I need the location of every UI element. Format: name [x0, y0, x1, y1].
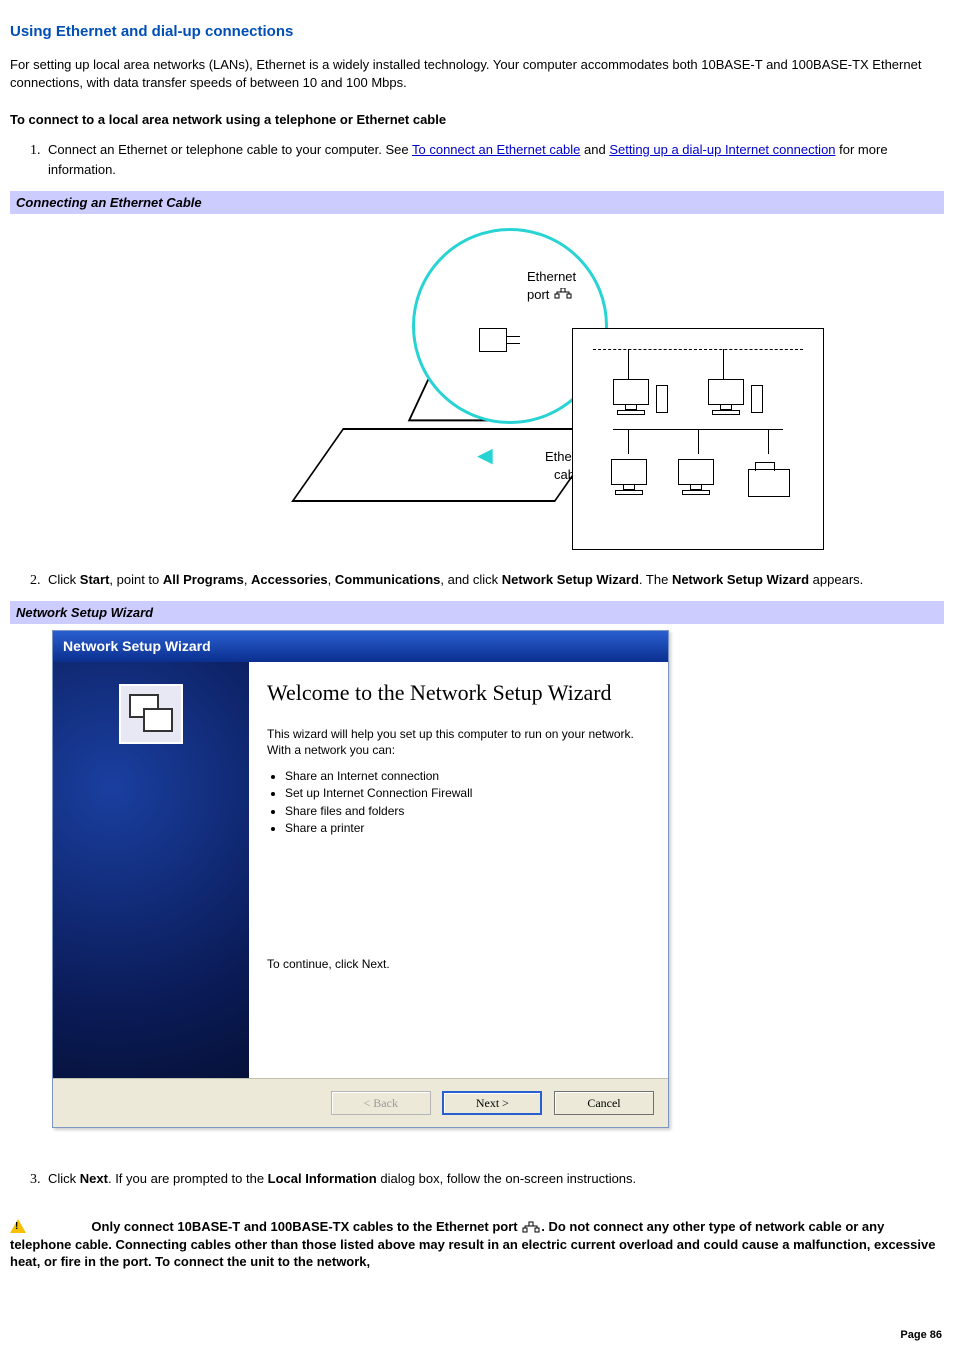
insert-arrow-icon: ◄: [472, 438, 498, 473]
wizard-bullet: Share a printer: [285, 820, 650, 836]
wizard-heading: Welcome to the Network Setup Wizard: [267, 678, 650, 708]
subheading: To connect to a local area network using…: [10, 111, 944, 129]
wizard-bullet: Share files and folders: [285, 803, 650, 819]
next-button[interactable]: Next >: [442, 1091, 542, 1115]
wizard-button-row: < Back Next > Cancel: [53, 1078, 668, 1127]
wizard-continue-text: To continue, click Next.: [267, 956, 650, 972]
pc-icon: [603, 379, 658, 419]
pc-icon: [601, 459, 656, 499]
figure-caption-ethernet: Connecting an Ethernet Cable: [10, 191, 944, 215]
figure-caption-wizard: Network Setup Wizard: [10, 601, 944, 625]
link-dialup-setup[interactable]: Setting up a dial-up Internet connection: [609, 142, 835, 157]
back-button: < Back: [331, 1091, 431, 1115]
warning-icon: [10, 1219, 26, 1233]
page-number: Page 86: [900, 1328, 942, 1343]
figure-ethernet-cable: Ethernet port ◄ ◄— Ethernet cable: [10, 220, 944, 571]
wizard-window: Network Setup Wizard Welcome to the Netw…: [52, 630, 669, 1128]
cable-plug-icon: [479, 328, 507, 352]
wizard-description: This wizard will help you set up this co…: [267, 726, 650, 758]
step-1: Connect an Ethernet or telephone cable t…: [44, 141, 944, 181]
pc-icon: [668, 459, 723, 499]
warning-block: Only connect 10BASE-T and 100BASE-TX cab…: [10, 1218, 944, 1271]
page-title: Using Ethernet and dial-up connections: [10, 22, 944, 42]
intro-paragraph: For setting up local area networks (LANs…: [10, 56, 944, 91]
ethernet-port-icon: [553, 288, 573, 302]
wizard-computers-icon: [119, 684, 183, 744]
wizard-titlebar: Network Setup Wizard: [53, 631, 668, 662]
network-diagram: [572, 328, 824, 550]
ethernet-port-label: Ethernet port: [527, 268, 576, 303]
printer-icon: [748, 469, 790, 497]
ethernet-port-icon: [521, 1221, 541, 1235]
step-3: Click Next. If you are prompted to the L…: [44, 1170, 944, 1190]
wizard-bullet: Set up Internet Connection Firewall: [285, 785, 650, 801]
wizard-side-graphic: [53, 662, 249, 1078]
pc-icon: [698, 379, 753, 419]
wizard-bullet: Share an Internet connection: [285, 768, 650, 784]
cancel-button[interactable]: Cancel: [554, 1091, 654, 1115]
wizard-bullets: Share an Internet connection Set up Inte…: [267, 768, 650, 836]
step-2: Click Start, point to All Programs, Acce…: [44, 571, 944, 591]
link-connect-ethernet[interactable]: To connect an Ethernet cable: [412, 142, 580, 157]
